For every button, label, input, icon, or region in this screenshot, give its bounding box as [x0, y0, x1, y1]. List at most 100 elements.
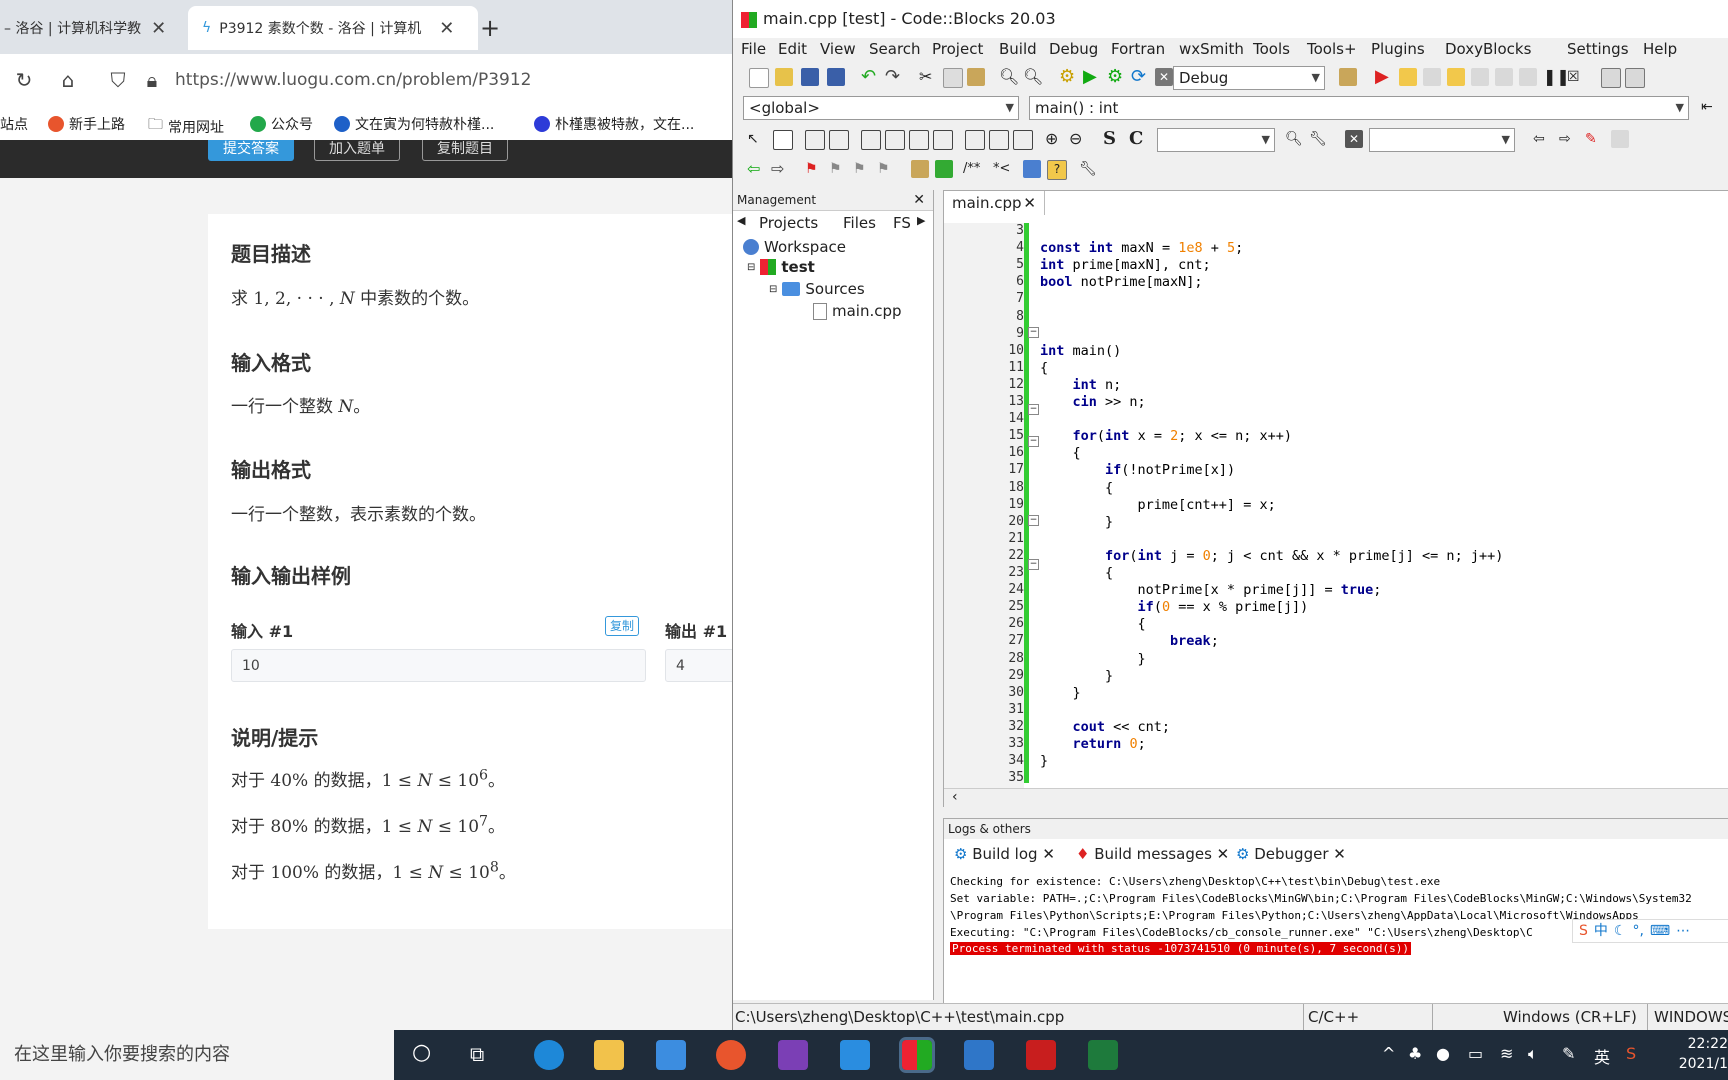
stop-debug-icon[interactable]: ☒ — [1567, 68, 1585, 86]
c-icon[interactable]: C — [1129, 130, 1147, 148]
more-icon[interactable]: ⋯ — [1676, 923, 1690, 939]
doxy-icon[interactable] — [911, 160, 929, 178]
refresh-icon[interactable]: ↻ — [10, 66, 38, 94]
copy-icon[interactable] — [943, 68, 963, 88]
fold-icon[interactable]: − — [1028, 559, 1039, 570]
menu-debug[interactable]: Debug — [1049, 40, 1098, 58]
acrobat-icon[interactable] — [1026, 1040, 1056, 1070]
menu-fortran[interactable]: Fortran — [1111, 40, 1165, 58]
next-instruction-icon[interactable] — [1495, 68, 1513, 86]
step-out-icon[interactable] — [1471, 68, 1489, 86]
cortana-icon[interactable]: ○ — [412, 1040, 431, 1065]
menu-wxsmith[interactable]: wxSmith — [1179, 40, 1244, 58]
jump-back-icon[interactable]: ⇤ — [1701, 98, 1719, 116]
tab-fs[interactable]: FS — [893, 214, 911, 232]
next-line-icon[interactable] — [1423, 68, 1441, 86]
tree-workspace[interactable]: Workspace — [743, 238, 846, 256]
zoom-out-icon[interactable]: ⊖ — [1069, 130, 1087, 148]
function-select[interactable]: main() : int ▼ — [1029, 96, 1689, 120]
search-combo[interactable]: ▼ — [1157, 128, 1275, 152]
fold-icon[interactable]: − — [1028, 436, 1039, 447]
store-icon[interactable] — [656, 1040, 686, 1070]
bookmark-item[interactable]: 文在寅为何特赦朴槿... — [334, 114, 494, 134]
output-sample-box[interactable]: 4 — [665, 649, 732, 682]
bookmark-item[interactable]: 站点 — [0, 114, 28, 134]
sogou-tray-icon[interactable]: S — [1626, 1044, 1636, 1063]
menu-tools[interactable]: Tools — [1253, 40, 1290, 58]
punctuation-icon[interactable]: °, — [1632, 923, 1643, 939]
file-explorer-icon[interactable] — [594, 1040, 624, 1070]
menu-settings[interactable]: Settings — [1567, 40, 1629, 58]
layout-icon[interactable] — [885, 130, 905, 150]
tab-build-messages[interactable]: ♦ Build messages ✕ — [1076, 845, 1229, 863]
search-icon[interactable]: 🔍︎ — [1285, 130, 1303, 148]
close-icon[interactable]: ✕ — [1042, 845, 1055, 863]
close-icon[interactable]: ✕ — [151, 18, 166, 39]
prev-bookmark-icon[interactable]: ⚑ — [829, 160, 847, 178]
wifi-icon[interactable]: ≋ — [1500, 1044, 1513, 1063]
abort-icon[interactable]: ✕ — [1155, 68, 1173, 86]
fold-icon[interactable]: − — [1028, 327, 1039, 338]
new-tab-button[interactable]: + — [480, 6, 500, 50]
menu-doxyblocks[interactable]: DoxyBlocks — [1445, 40, 1531, 58]
keyboard-icon[interactable]: ⌨ — [1644, 923, 1676, 939]
layout-icon[interactable] — [861, 130, 881, 150]
search-combo-2[interactable]: ▼ — [1369, 128, 1515, 152]
bookmark-item[interactable]: 新手上路 — [48, 114, 125, 134]
pen-icon[interactable]: ✎ — [1562, 1044, 1575, 1063]
build-target-select[interactable]: Debug ▼ — [1173, 66, 1325, 90]
box-icon[interactable] — [773, 130, 793, 150]
block-comment-icon[interactable]: /** — [963, 160, 989, 178]
menu-search[interactable]: Search — [869, 40, 921, 58]
target-dialog-icon[interactable] — [1339, 68, 1357, 86]
battery-icon[interactable]: ▭ — [1468, 1044, 1483, 1063]
close-icon[interactable]: ✕ — [1023, 191, 1036, 215]
doxy-run-icon[interactable] — [935, 160, 953, 178]
menu-tools-plus[interactable]: Tools+ — [1307, 40, 1357, 58]
edge-icon[interactable] — [534, 1040, 564, 1070]
grid-icon[interactable] — [805, 130, 825, 150]
browser-tab-problem[interactable]: ϟ P3912 素数个数 - 洛谷 | 计算机 ✕ — [188, 6, 478, 50]
layout-icon[interactable] — [909, 130, 929, 150]
open-icon[interactable] — [775, 68, 793, 86]
fold-icon[interactable]: − — [1028, 515, 1039, 526]
menu-build[interactable]: Build — [999, 40, 1037, 58]
tab-scroll-right-icon[interactable]: ▶ — [917, 214, 925, 227]
tree-project[interactable]: ⊟ test — [747, 258, 815, 276]
tray-app-icon[interactable]: ♣ — [1408, 1044, 1422, 1063]
build-run-icon[interactable]: ⚙ — [1107, 68, 1125, 86]
next-bookmark-icon[interactable]: ⚑ — [853, 160, 871, 178]
close-icon[interactable]: ✕ — [1217, 845, 1230, 863]
onenote-icon[interactable] — [778, 1040, 808, 1070]
rebuild-icon[interactable]: ⟳ — [1131, 68, 1149, 86]
browser-tab-luogu[interactable]: – 洛谷 | 计算机科学教 ✕ — [0, 6, 184, 50]
tree-file-main[interactable]: main.cpp — [813, 302, 902, 320]
bookmark-item[interactable]: 🗀 常用网址 — [148, 114, 224, 139]
copy-problem-button[interactable]: 复制题目 — [422, 140, 508, 161]
line-comment-icon[interactable]: *< — [993, 160, 1015, 178]
codeblocks-taskbar-icon[interactable] — [899, 1037, 935, 1073]
save-icon[interactable] — [801, 68, 819, 86]
run-icon[interactable]: ▶ — [1083, 68, 1101, 86]
volume-icon[interactable]: 🔈︎ — [1528, 1044, 1538, 1064]
url-field[interactable]: https://www.luogu.com.cn/problem/P3912 — [175, 70, 532, 90]
chevron-up-icon[interactable]: ^ — [1382, 1044, 1395, 1063]
ime-mode[interactable]: 中 — [1594, 923, 1608, 939]
tool-icon[interactable] — [1611, 130, 1629, 148]
debug-windows-icon[interactable] — [1601, 68, 1621, 88]
back-arrow-icon[interactable]: ⇦ — [747, 160, 765, 178]
highlight-icon[interactable]: ✎ — [1585, 130, 1603, 148]
clear-icon[interactable]: ✕ — [1345, 130, 1363, 148]
close-icon[interactable]: ✕ — [1333, 845, 1346, 863]
bookmark-item[interactable]: 公众号 — [250, 114, 313, 134]
add-to-list-button[interactable]: 加入题单 — [314, 140, 400, 161]
wrench-icon[interactable]: 🔧︎ — [1079, 160, 1097, 178]
shield-icon[interactable]: ⛉ — [104, 66, 132, 94]
menu-view[interactable]: View — [820, 40, 856, 58]
arrow-right-icon[interactable]: ⇨ — [1559, 130, 1577, 148]
copy-sample-button[interactable]: 复制 — [605, 616, 640, 636]
pause-icon[interactable]: ❚❚ — [1543, 68, 1570, 86]
build-gear-icon[interactable]: ⚙ — [1059, 68, 1077, 86]
pointer-icon[interactable]: ↖ — [747, 130, 765, 148]
zoom-in-icon[interactable]: ⊕ — [1045, 130, 1063, 148]
